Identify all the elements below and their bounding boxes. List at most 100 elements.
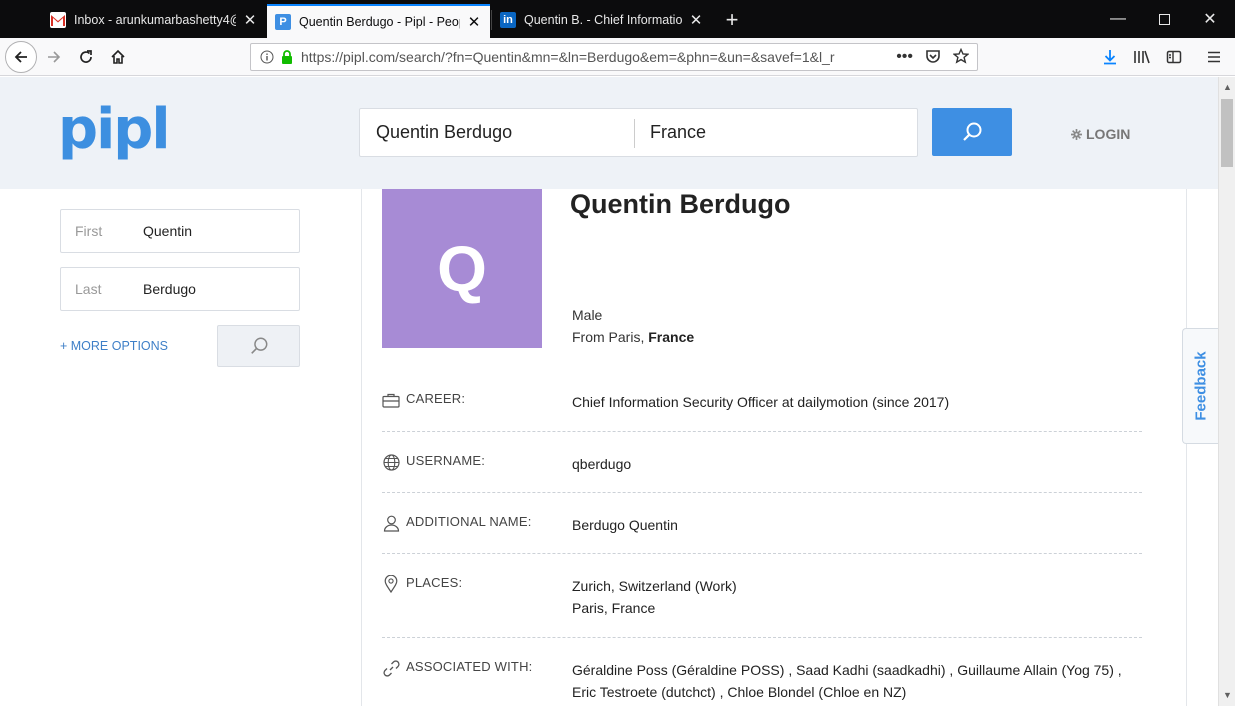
profile-gender: Male <box>572 307 603 323</box>
row-value: Géraldine Poss (Géraldine POSS) , Saad K… <box>572 659 1122 703</box>
download-icon <box>1104 50 1116 65</box>
places-row: PLACES: Zurich, Switzerland (Work) Paris… <box>382 575 1142 638</box>
person-icon <box>382 514 400 532</box>
feedback-label: Feedback <box>1192 351 1209 421</box>
search-icon <box>250 337 267 354</box>
login-label: LOGIN <box>1086 126 1131 142</box>
linkedin-icon: in <box>500 12 516 28</box>
close-tab-icon[interactable]: ✕ <box>466 14 482 31</box>
row-value: Chief Information Security Officer at da… <box>572 391 949 413</box>
first-name-field[interactable]: First Quentin <box>60 209 300 253</box>
username-value: qberdugo <box>572 456 632 472</box>
pipl-logo[interactable]: pipl <box>58 97 171 163</box>
downloads-button[interactable] <box>1094 41 1126 73</box>
gear-icon <box>1071 128 1082 140</box>
link-icon <box>382 659 400 677</box>
login-link[interactable]: LOGIN <box>1071 126 1130 142</box>
feedback-tab[interactable]: Feedback <box>1182 328 1218 444</box>
tab-strip: Inbox - arunkumarbashetty4@g ✕ P Quentin… <box>0 0 1235 38</box>
sidebar-search-button[interactable] <box>217 325 300 367</box>
scrollbar-thumb[interactable] <box>1221 99 1233 167</box>
profile-location-prefix: From Paris, <box>572 329 649 345</box>
reload-button[interactable] <box>70 41 102 73</box>
tab-separator <box>491 10 492 30</box>
pocket-icon[interactable] <box>925 48 941 67</box>
more-options-link[interactable]: + MORE OPTIONS <box>60 339 168 353</box>
additional-name-value: Berdugo Quentin <box>572 517 678 533</box>
profile-card: Q Quentin Berdugo Male From Paris, Franc… <box>361 189 1187 706</box>
page-scrollbar[interactable]: ▲ ▼ <box>1218 77 1235 706</box>
minimize-button[interactable]: — <box>1095 0 1141 38</box>
search-icon <box>963 122 982 141</box>
associated-people[interactable]: Eric Testroete (dutchct) , Chloe Blondel… <box>572 681 1122 703</box>
lock-icon <box>279 50 295 64</box>
close-tab-icon[interactable]: ✕ <box>688 12 704 29</box>
first-name-label: First <box>75 223 103 239</box>
page-actions-icon[interactable]: ••• <box>896 48 913 66</box>
row-label: CAREER: <box>406 391 466 406</box>
map-pin-icon <box>382 575 400 593</box>
home-icon <box>111 49 125 64</box>
tab-gmail[interactable]: Inbox - arunkumarbashetty4@g ✕ <box>42 4 266 36</box>
row-value: Zurich, Switzerland (Work) Paris, France <box>572 575 737 619</box>
additional-name-row: ADDITIONAL NAME: Berdugo Quentin <box>382 514 1142 554</box>
tab-title: Quentin Berdugo - Pipl - People <box>299 15 460 29</box>
close-window-button[interactable]: ✕ <box>1187 0 1233 38</box>
search-divider <box>634 119 635 148</box>
row-label: ASSOCIATED WITH: <box>406 659 533 674</box>
bookmark-star-icon[interactable] <box>952 47 970 67</box>
location-search-input[interactable]: France <box>650 122 706 143</box>
arrow-right-icon <box>48 51 61 63</box>
last-name-label: Last <box>75 281 102 297</box>
maximize-button[interactable] <box>1141 0 1187 38</box>
row-label: ADDITIONAL NAME: <box>406 514 532 529</box>
search-button[interactable] <box>932 108 1012 156</box>
library-button[interactable] <box>1126 41 1158 73</box>
first-name-value[interactable]: Quentin <box>143 223 192 239</box>
arrow-left-icon <box>14 51 27 63</box>
close-tab-icon[interactable]: ✕ <box>242 12 258 29</box>
sidebar-icon <box>1166 50 1182 64</box>
place-item: Zurich, Switzerland (Work) <box>572 578 737 594</box>
site-header: pipl Quentin Berdugo France LOGIN <box>0 77 1218 189</box>
menu-button[interactable] <box>1198 41 1230 73</box>
url-text: https://pipl.com/search/?fn=Quentin&mn=&… <box>301 49 835 65</box>
last-name-field[interactable]: Last Berdugo <box>60 267 300 311</box>
row-value: qberdugo <box>572 453 631 475</box>
globe-icon <box>382 453 400 471</box>
row-value: Berdugo Quentin <box>572 514 678 536</box>
new-tab-button[interactable]: + <box>718 4 746 36</box>
search-box: Quentin Berdugo France <box>359 108 918 157</box>
scroll-up-icon[interactable]: ▲ <box>1219 79 1235 95</box>
url-bar[interactable]: https://pipl.com/search/?fn=Quentin&mn=&… <box>250 43 978 71</box>
navigation-bar: https://pipl.com/search/?fn=Quentin&mn=&… <box>0 38 1235 76</box>
career-row: CAREER: Chief Information Security Offic… <box>382 391 1142 432</box>
profile-name: Quentin Berdugo <box>570 189 791 219</box>
back-button[interactable] <box>5 41 37 73</box>
forward-button[interactable] <box>38 41 70 73</box>
associated-row: ASSOCIATED WITH: Géraldine Poss (Géraldi… <box>382 659 1142 706</box>
browser-window: Inbox - arunkumarbashetty4@g ✕ P Quentin… <box>0 0 1235 706</box>
reload-icon <box>80 50 92 63</box>
profile-location-country: France <box>648 329 695 345</box>
hamburger-icon <box>1208 51 1220 63</box>
last-name-value[interactable]: Berdugo <box>143 281 196 297</box>
name-search-input[interactable]: Quentin Berdugo <box>376 122 512 143</box>
pipl-icon: P <box>275 14 291 30</box>
library-icon <box>1134 50 1150 64</box>
page-content: pipl Quentin Berdugo France LOGIN First … <box>0 77 1218 706</box>
tab-title: Inbox - arunkumarbashetty4@g <box>74 13 236 27</box>
briefcase-icon <box>382 391 400 409</box>
associated-people[interactable]: Géraldine Poss (Géraldine POSS) , Saad K… <box>572 659 1122 681</box>
tab-pipl[interactable]: P Quentin Berdugo - Pipl - People ✕ <box>267 4 490 38</box>
username-row: USERNAME: qberdugo <box>382 453 1142 493</box>
tab-linkedin[interactable]: in Quentin B. - Chief Information ✕ <box>492 4 712 36</box>
gmail-icon <box>50 12 66 28</box>
place-item: Paris, France <box>572 600 656 616</box>
row-label: USERNAME: <box>406 453 486 468</box>
scroll-down-icon[interactable]: ▼ <box>1219 687 1235 703</box>
home-button[interactable] <box>102 41 134 73</box>
avatar: Q <box>382 189 542 348</box>
info-icon[interactable] <box>255 50 279 64</box>
sidebar-button[interactable] <box>1158 41 1190 73</box>
